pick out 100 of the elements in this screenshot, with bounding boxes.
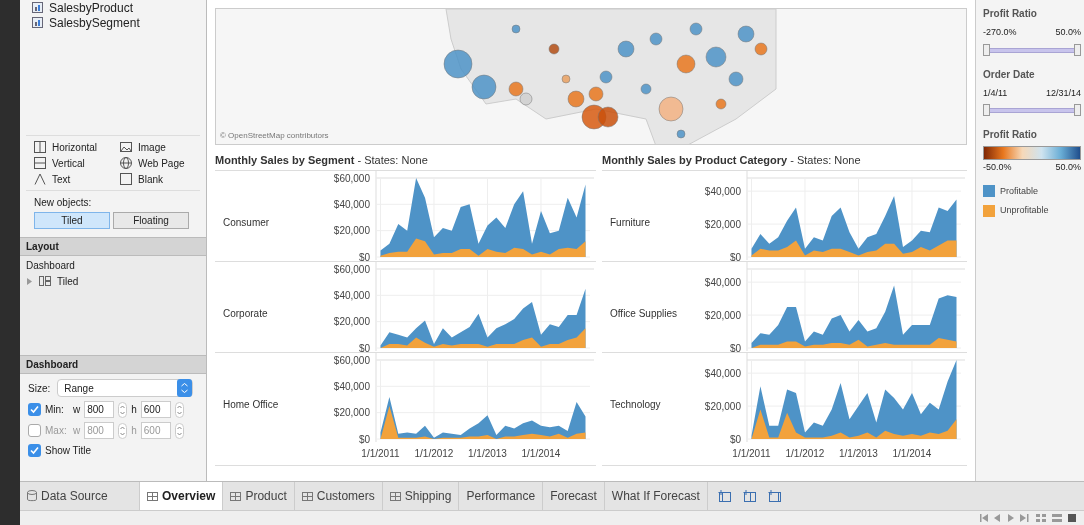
- sheet-name[interactable]: SalesbyProduct: [49, 0, 134, 17]
- stepper-icon[interactable]: [174, 401, 184, 418]
- chart-title: Monthly Sales by Product Category - States: None: [602, 152, 861, 168]
- range-min: -50.0%: [983, 161, 1012, 174]
- blank-square-icon: [120, 173, 132, 185]
- filter-title: Order Date: [983, 67, 1036, 82]
- axis-label: $40,000: [333, 198, 370, 210]
- axis-label: $20,000: [333, 407, 370, 419]
- stepper-icon[interactable]: [177, 379, 193, 397]
- view-grid-icon[interactable]: [1036, 514, 1046, 522]
- letter-a-icon: [34, 173, 46, 185]
- field-label: h: [131, 424, 137, 438]
- grid-icon: [389, 491, 401, 501]
- view-list-icon[interactable]: [1052, 514, 1062, 522]
- axis-label: 1/1/2014: [892, 448, 932, 459]
- object-item[interactable]: Blank: [120, 172, 200, 186]
- axis-label: $0: [729, 342, 741, 352]
- add-sheet-icon[interactable]: [717, 490, 731, 502]
- axis-label: $40,000: [333, 289, 370, 301]
- sheet-icon: [32, 17, 44, 28]
- legend-label: Profitable: [1000, 184, 1039, 198]
- size-dropdown[interactable]: Range: [57, 379, 194, 397]
- row-label: Office Supplies: [610, 308, 678, 319]
- toggle-button[interactable]: Floating: [113, 212, 189, 229]
- tiled-icon: [39, 276, 51, 286]
- rows-icon: [34, 157, 46, 169]
- add-sheet-icon[interactable]: [767, 490, 781, 502]
- globe-icon: [120, 157, 132, 169]
- field-label: Max:: [45, 424, 68, 438]
- row-label: Furniture: [610, 217, 650, 228]
- field-label: Size:: [28, 381, 51, 396]
- field-label: Min:: [45, 403, 65, 417]
- section-label: New objects:: [34, 196, 93, 210]
- axis-label: 1/1/2011: [732, 448, 771, 459]
- axis-label: $40,000: [704, 367, 741, 379]
- checkbox[interactable]: [28, 403, 41, 416]
- width-input[interactable]: 800: [84, 401, 115, 418]
- axis-label: $60,000: [333, 354, 370, 366]
- axis-label: $0: [729, 251, 741, 261]
- stepper-icon[interactable]: [118, 401, 128, 418]
- range-min: -270.0%: [983, 26, 1017, 39]
- axis-label: $20,000: [333, 316, 370, 328]
- section-header: Layout: [20, 237, 206, 256]
- axis-label: $60,000: [333, 263, 370, 275]
- grid-icon: [147, 491, 158, 501]
- disclosure-icon[interactable]: [26, 277, 33, 285]
- height-input[interactable]: 600: [140, 401, 171, 418]
- object-item[interactable]: Vertical: [34, 156, 120, 170]
- axis-label: $0: [358, 251, 370, 261]
- axis-label: $40,000: [333, 380, 370, 392]
- range-max: 50.0%: [1055, 161, 1081, 174]
- range-max: 12/31/14: [1045, 86, 1081, 100]
- axis-label: 1/1/2011: [361, 448, 400, 459]
- checkbox-label: Show Title: [45, 444, 92, 458]
- database-icon: [27, 490, 37, 502]
- stepper-icon[interactable]: [118, 422, 128, 439]
- axis-label: 1/1/2014: [521, 448, 561, 459]
- axis-label: $0: [358, 342, 370, 352]
- add-sheet-icon[interactable]: [742, 490, 756, 502]
- range-min: 1/4/11: [983, 86, 1008, 100]
- sheet-tab[interactable]: Overview: [140, 482, 224, 510]
- row-label: Home Office: [223, 399, 279, 410]
- checkbox[interactable]: [28, 444, 41, 457]
- axis-label: 1/1/2013: [467, 448, 507, 459]
- axis-label: $20,000: [704, 218, 741, 230]
- row-label: Consumer: [223, 217, 270, 228]
- field-label: h: [131, 403, 137, 417]
- grid-icon: [301, 491, 313, 501]
- field-label: w: [73, 424, 81, 438]
- object-item[interactable]: Horizontal: [34, 140, 120, 154]
- axis-label: $60,000: [333, 172, 370, 184]
- range-slider[interactable]: [983, 103, 1081, 117]
- object-item[interactable]: Image: [120, 140, 200, 154]
- chart-title: Monthly Sales by Segment - States: None: [215, 152, 428, 168]
- checkbox[interactable]: [28, 424, 41, 437]
- range-max: 50.0%: [1055, 26, 1081, 39]
- map-attribution: © OpenStreetMap contributors: [220, 130, 329, 142]
- range-slider[interactable]: [983, 42, 1081, 57]
- section-header: Dashboard: [20, 355, 206, 374]
- stepper-icon[interactable]: [174, 422, 184, 439]
- axis-label: 1/1/2012: [785, 448, 825, 459]
- axis-label: $20,000: [333, 225, 370, 237]
- toggle-button[interactable]: Tiled: [34, 212, 110, 229]
- axis-label: $0: [729, 433, 741, 445]
- axis-label: $20,000: [704, 400, 741, 412]
- row-label: Corporate: [223, 308, 268, 319]
- tree-item[interactable]: Dashboard: [26, 258, 206, 273]
- axis-label: $40,000: [704, 276, 741, 288]
- axis-label: 1/1/2013: [839, 448, 878, 459]
- image-icon: [120, 141, 132, 153]
- axis-label: $40,000: [704, 185, 741, 197]
- axis-label: $0: [358, 433, 370, 445]
- axis-label: 1/1/2012: [414, 448, 454, 459]
- pager-icon[interactable]: [980, 514, 1030, 522]
- axis-label: $20,000: [704, 309, 741, 321]
- object-item[interactable]: Web Page: [120, 156, 200, 170]
- object-item[interactable]: Text: [34, 172, 120, 186]
- field-label: w: [73, 403, 81, 417]
- columns-icon: [34, 141, 46, 153]
- tree-item[interactable]: Tiled: [57, 273, 79, 289]
